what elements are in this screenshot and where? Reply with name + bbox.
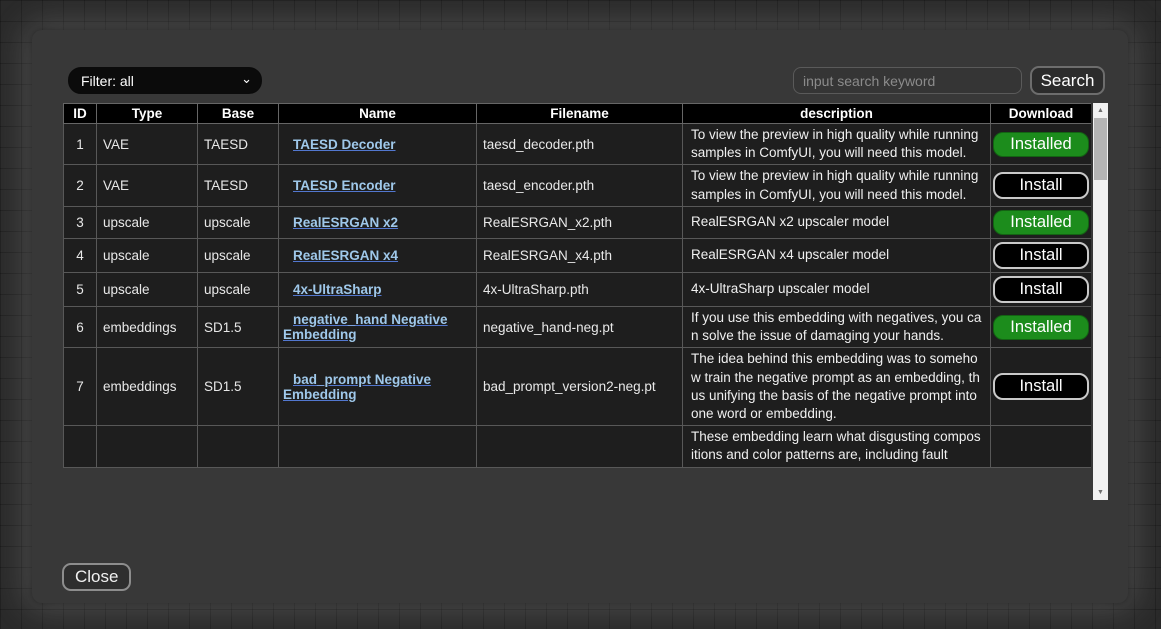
- cell-name: TAESD Decoder: [279, 124, 477, 165]
- cell-type: VAE: [97, 124, 198, 165]
- cell-description: If you use this embedding with negatives…: [683, 306, 991, 347]
- search-input[interactable]: [793, 67, 1022, 94]
- cell-description: The idea behind this embedding was to so…: [683, 348, 991, 426]
- scrollbar-down-icon[interactable]: ▼: [1093, 486, 1108, 499]
- filter-dropdown-wrap: Filter: all ⌄: [68, 67, 262, 94]
- table-row: 1VAETAESD TAESD Decoder taesd_decoder.pthT…: [64, 124, 1092, 165]
- table-header-row: IDTypeBaseNameFilenamedescriptionDownloa…: [64, 104, 1092, 124]
- cell-name: RealESRGAN x4: [279, 238, 477, 272]
- installed-button[interactable]: Installed: [993, 132, 1089, 157]
- cell-filename: 4x-UltraSharp.pth: [477, 272, 683, 306]
- model-name-link[interactable]: RealESRGAN x4: [293, 248, 398, 263]
- model-table-container: IDTypeBaseNameFilenamedescriptionDownloa…: [63, 103, 1091, 500]
- model-name-link[interactable]: bad_prompt Negative Embedding: [283, 372, 431, 402]
- filter-select[interactable]: Filter: all: [68, 67, 262, 94]
- cell-download: Install: [991, 165, 1092, 206]
- cell-id: 3: [64, 206, 97, 238]
- header-cell: Type: [97, 104, 198, 124]
- scrollbar-up-icon[interactable]: ▲: [1093, 104, 1108, 117]
- model-name-link[interactable]: 4x-UltraSharp: [293, 282, 382, 297]
- cell-id: 2: [64, 165, 97, 206]
- cell-filename: negative_hand-neg.pt: [477, 306, 683, 347]
- cell-filename: taesd_encoder.pth: [477, 165, 683, 206]
- install-button[interactable]: Install: [993, 276, 1089, 303]
- cell-type: embeddings: [97, 306, 198, 347]
- cell-base: TAESD: [198, 124, 279, 165]
- table-row: 7embeddingsSD1.5bad_prompt Negative Embe…: [64, 348, 1092, 426]
- cell-filename: RealESRGAN_x2.pth: [477, 206, 683, 238]
- cell-id: 5: [64, 272, 97, 306]
- cell-name: [279, 426, 477, 467]
- cell-filename: RealESRGAN_x4.pth: [477, 238, 683, 272]
- install-button[interactable]: Install: [993, 373, 1089, 400]
- cell-filename: [477, 426, 683, 467]
- cell-filename: bad_prompt_version2-neg.pt: [477, 348, 683, 426]
- table-row: 5upscaleupscale4x-UltraSharp4x-UltraShar…: [64, 272, 1092, 306]
- cell-download: Install: [991, 348, 1092, 426]
- cell-download: Install: [991, 272, 1092, 306]
- table-row: 2VAETAESD TAESD Encoder taesd_encoder.pthT…: [64, 165, 1092, 206]
- cell-type: embeddings: [97, 348, 198, 426]
- table-row: These embedding learn what disgusting co…: [64, 426, 1092, 467]
- model-name-link[interactable]: negative_hand Negative Embedding: [283, 312, 448, 342]
- header-cell: Download: [991, 104, 1092, 124]
- model-name-link[interactable]: RealESRGAN x2: [293, 215, 398, 230]
- cell-download: Installed: [991, 206, 1092, 238]
- cell-id: 4: [64, 238, 97, 272]
- cell-base: SD1.5: [198, 306, 279, 347]
- cell-download: Installed: [991, 306, 1092, 347]
- cell-name: bad_prompt Negative Embedding: [279, 348, 477, 426]
- cell-type: VAE: [97, 165, 198, 206]
- search-button[interactable]: Search: [1030, 66, 1105, 95]
- cell-description: These embedding learn what disgusting co…: [683, 426, 991, 467]
- cell-type: [97, 426, 198, 467]
- scrollbar-thumb[interactable]: [1094, 118, 1107, 180]
- cell-type: upscale: [97, 238, 198, 272]
- table-row: 3upscaleupscaleRealESRGAN x2RealESRGAN_x…: [64, 206, 1092, 238]
- header-cell: Filename: [477, 104, 683, 124]
- cell-download: Installed: [991, 124, 1092, 165]
- model-name-link[interactable]: TAESD Decoder: [293, 137, 396, 152]
- cell-description: To view the preview in high quality whil…: [683, 124, 991, 165]
- table-scrollbar[interactable]: ▲ ▼: [1093, 103, 1108, 500]
- cell-base: upscale: [198, 206, 279, 238]
- cell-description: RealESRGAN x2 upscaler model: [683, 206, 991, 238]
- cell-filename: taesd_decoder.pth: [477, 124, 683, 165]
- cell-base: SD1.5: [198, 348, 279, 426]
- table-row: 6embeddingsSD1.5negative_hand Negative E…: [64, 306, 1092, 347]
- cell-type: upscale: [97, 206, 198, 238]
- install-button[interactable]: Install: [993, 172, 1089, 199]
- cell-id: 1: [64, 124, 97, 165]
- installed-button[interactable]: Installed: [993, 210, 1089, 235]
- cell-description: RealESRGAN x4 upscaler model: [683, 238, 991, 272]
- cell-description: To view the preview in high quality whil…: [683, 165, 991, 206]
- cell-id: 6: [64, 306, 97, 347]
- table-row: 4upscaleupscaleRealESRGAN x4RealESRGAN_x…: [64, 238, 1092, 272]
- cell-base: TAESD: [198, 165, 279, 206]
- cell-name: RealESRGAN x2: [279, 206, 477, 238]
- header-cell: Base: [198, 104, 279, 124]
- cell-base: [198, 426, 279, 467]
- cell-name: negative_hand Negative Embedding: [279, 306, 477, 347]
- install-button[interactable]: Install: [993, 242, 1089, 269]
- model-manager-dialog: Filter: all ⌄ Search IDTypeBaseNameFilen…: [32, 30, 1128, 603]
- cell-id: 7: [64, 348, 97, 426]
- header-cell: description: [683, 104, 991, 124]
- close-button[interactable]: Close: [62, 563, 131, 591]
- model-table: IDTypeBaseNameFilenamedescriptionDownloa…: [63, 103, 1091, 468]
- cell-type: upscale: [97, 272, 198, 306]
- cell-description: 4x-UltraSharp upscaler model: [683, 272, 991, 306]
- installed-button[interactable]: Installed: [993, 315, 1089, 340]
- cell-base: upscale: [198, 238, 279, 272]
- model-name-link[interactable]: TAESD Encoder: [293, 178, 396, 193]
- header-cell: ID: [64, 104, 97, 124]
- cell-download: [991, 426, 1092, 467]
- search-bar: Search: [793, 66, 1105, 95]
- cell-download: Install: [991, 238, 1092, 272]
- cell-base: upscale: [198, 272, 279, 306]
- cell-name: TAESD Encoder: [279, 165, 477, 206]
- header-cell: Name: [279, 104, 477, 124]
- cell-name: 4x-UltraSharp: [279, 272, 477, 306]
- cell-id: [64, 426, 97, 467]
